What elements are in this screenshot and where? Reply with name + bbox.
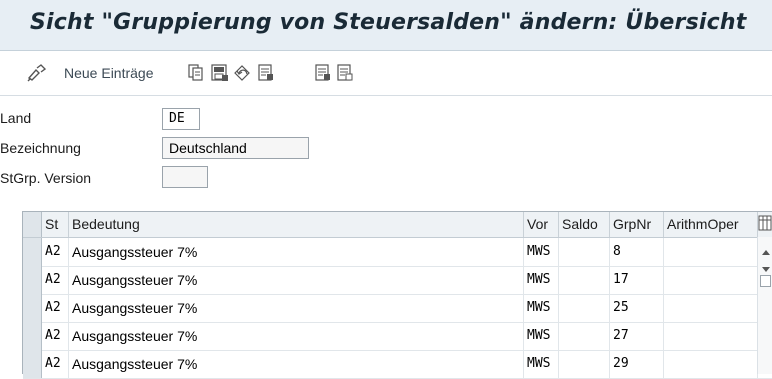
cell-grpnr[interactable]: 25 bbox=[610, 294, 664, 322]
column-header-arithmoper[interactable]: ArithmOper bbox=[664, 212, 758, 237]
row-selector[interactable] bbox=[23, 294, 42, 322]
cell-st[interactable]: A2 bbox=[42, 322, 69, 350]
version-field[interactable] bbox=[162, 166, 208, 188]
scroll-up-icon[interactable] bbox=[761, 241, 771, 260]
cell-grpnr[interactable]: 27 bbox=[610, 322, 664, 350]
vertical-scrollbar[interactable] bbox=[757, 237, 772, 374]
cell-bedeutung[interactable]: Ausgangssteuer 7% bbox=[69, 322, 524, 350]
column-header-saldo[interactable]: Saldo bbox=[559, 212, 610, 237]
cell-arithmoper[interactable] bbox=[664, 238, 758, 266]
select-block-icon[interactable] bbox=[314, 63, 332, 83]
column-header-bedeutung[interactable]: Bedeutung bbox=[69, 212, 524, 237]
cell-st[interactable]: A2 bbox=[42, 350, 69, 378]
column-header-grpnr[interactable]: GrpNr bbox=[610, 212, 664, 237]
table-header: St Bedeutung Vor Saldo GrpNr ArithmOper bbox=[23, 212, 772, 238]
table-row: A2 Ausgangssteuer 7% MWS 8 bbox=[23, 238, 772, 267]
cell-st[interactable]: A2 bbox=[42, 266, 69, 294]
cell-bedeutung[interactable]: Ausgangssteuer 7% bbox=[69, 294, 524, 322]
cell-grpnr[interactable]: 8 bbox=[610, 238, 664, 266]
copy-icon[interactable] bbox=[187, 63, 205, 83]
cell-saldo[interactable] bbox=[559, 238, 610, 266]
cell-saldo[interactable] bbox=[559, 294, 610, 322]
column-header-st[interactable]: St bbox=[42, 212, 69, 237]
cell-vor[interactable]: MWS bbox=[524, 350, 559, 378]
select-all-rows-button[interactable] bbox=[23, 212, 42, 237]
cell-grpnr[interactable]: 29 bbox=[610, 350, 664, 378]
table-row: A2 Ausgangssteuer 7% MWS 27 bbox=[23, 322, 772, 351]
bezeichnung-field[interactable]: Deutschland bbox=[162, 137, 309, 159]
tax-grouping-table: St Bedeutung Vor Saldo GrpNr ArithmOper … bbox=[22, 211, 772, 379]
column-header-vor[interactable]: Vor bbox=[524, 212, 559, 237]
deselect-all-icon[interactable] bbox=[336, 63, 354, 83]
application-toolbar: Neue Einträge bbox=[0, 51, 772, 96]
cell-st[interactable]: A2 bbox=[42, 238, 69, 266]
row-selector[interactable] bbox=[23, 238, 42, 266]
title-bar: Sicht "Gruppierung von Steuersalden" änd… bbox=[0, 0, 772, 51]
cell-st[interactable]: A2 bbox=[42, 294, 69, 322]
page-title: Sicht "Gruppierung von Steuersalden" änd… bbox=[30, 10, 747, 35]
cell-arithmoper[interactable] bbox=[664, 350, 758, 378]
cell-vor[interactable]: MWS bbox=[524, 322, 559, 350]
cell-arithmoper[interactable] bbox=[664, 322, 758, 350]
bezeichnung-label: Bezeichnung bbox=[0, 140, 81, 156]
cell-vor[interactable]: MWS bbox=[524, 266, 559, 294]
cell-bedeutung[interactable]: Ausgangssteuer 7% bbox=[69, 238, 524, 266]
cell-saldo[interactable] bbox=[559, 322, 610, 350]
undo-icon[interactable] bbox=[233, 63, 253, 83]
row-selector[interactable] bbox=[23, 350, 42, 378]
select-all-icon[interactable] bbox=[257, 63, 275, 83]
version-label: StGrp. Version bbox=[0, 170, 92, 186]
row-selector[interactable] bbox=[23, 266, 42, 294]
scroll-thumb[interactable] bbox=[760, 275, 771, 287]
table-row: A2 Ausgangssteuer 7% MWS 25 bbox=[23, 294, 772, 323]
cell-saldo[interactable] bbox=[559, 266, 610, 294]
cell-arithmoper[interactable] bbox=[664, 266, 758, 294]
table-row: A2 Ausgangssteuer 7% MWS 29 bbox=[23, 350, 772, 379]
row-selector[interactable] bbox=[23, 322, 42, 350]
glasses-edit-icon[interactable] bbox=[26, 63, 48, 83]
cell-saldo[interactable] bbox=[559, 350, 610, 378]
cell-vor[interactable]: MWS bbox=[524, 294, 559, 322]
cell-bedeutung[interactable]: Ausgangssteuer 7% bbox=[69, 266, 524, 294]
cell-vor[interactable]: MWS bbox=[524, 238, 559, 266]
cell-bedeutung[interactable]: Ausgangssteuer 7% bbox=[69, 350, 524, 378]
cell-arithmoper[interactable] bbox=[664, 294, 758, 322]
table-row: A2 Ausgangssteuer 7% MWS 17 bbox=[23, 266, 772, 295]
land-field[interactable]: DE bbox=[162, 108, 200, 130]
cell-grpnr[interactable]: 17 bbox=[610, 266, 664, 294]
save-as-icon[interactable] bbox=[210, 63, 230, 83]
land-label: Land bbox=[0, 110, 32, 126]
table-settings-icon[interactable] bbox=[758, 214, 772, 234]
new-entries-button[interactable]: Neue Einträge bbox=[64, 65, 154, 81]
